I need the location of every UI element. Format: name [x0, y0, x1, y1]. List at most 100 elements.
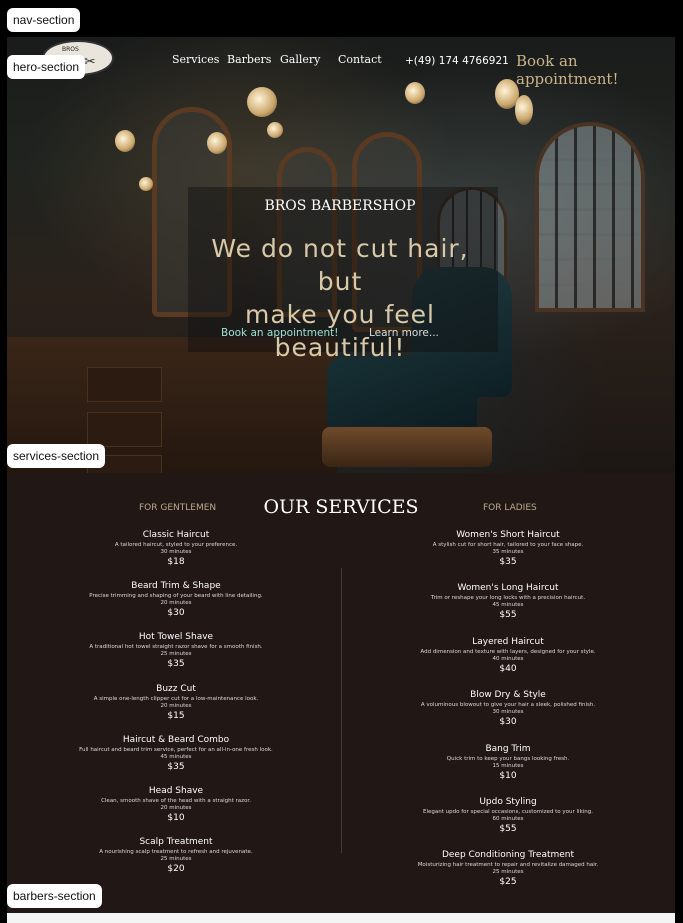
service-duration: 15 minutes	[492, 762, 524, 769]
service-duration: 35 minutes	[492, 549, 524, 555]
phone-link[interactable]: +(49) 174 4766921	[405, 55, 509, 67]
service-name: Scalp Treatment	[139, 837, 213, 848]
service-item: Haircut & Beard Combo Full haircut and be…	[56, 735, 296, 774]
lamp	[207, 132, 227, 154]
service-description: Precise trimming and shaping of your bea…	[89, 593, 263, 600]
service-duration: 20 minutes	[160, 805, 192, 811]
drawer	[87, 367, 162, 402]
service-item: Head Shave Clean, smooth shave of the hea…	[56, 786, 296, 825]
service-duration: 20 minutes	[160, 702, 192, 709]
service-description: Quick trim to keep your bangs looking fr…	[446, 755, 570, 762]
service-description: A tailored haircut, styled to your prefe…	[114, 542, 238, 548]
service-duration: 30 minutes	[492, 709, 524, 716]
service-price: $10	[167, 813, 185, 823]
barber-chair-base	[322, 427, 492, 467]
service-item: Blow Dry & Style A voluminous blowout to …	[378, 690, 638, 729]
service-name: Bang Trim	[485, 743, 531, 754]
section-label: hero-section	[7, 55, 86, 79]
service-duration: 20 minutes	[160, 600, 192, 607]
service-duration: 45 minutes	[492, 602, 524, 609]
nav-link-barbers[interactable]: Barbers	[227, 53, 271, 66]
service-item: Bang Trim Quick trim to keep your bangs l…	[378, 744, 638, 783]
column-divider	[341, 568, 342, 853]
service-name: Haircut & Beard Combo	[122, 734, 230, 745]
service-description: A stylish cut for short hair, tailored t…	[432, 542, 584, 548]
service-name: Buzz Cut	[156, 683, 196, 694]
services-title: OUR SERVICES	[263, 496, 419, 518]
service-price: $35	[499, 557, 517, 567]
lamp	[267, 122, 283, 138]
lamp	[405, 82, 425, 104]
service-name: Beard Trim & Shape	[131, 581, 221, 592]
ladies-heading: FOR LADIES	[483, 503, 537, 513]
headline-line-1: We do not cut hair, but	[211, 234, 469, 296]
service-item: Updo Styling Elegant updo for special occ…	[378, 797, 638, 836]
service-name: Blow Dry & Style	[470, 690, 546, 701]
service-description: Trim or reshape your long locks with a p…	[430, 595, 586, 602]
section-label: services-section	[7, 444, 106, 468]
service-name: Layered Haircut	[472, 636, 544, 647]
service-price: $55	[499, 610, 517, 621]
service-duration: 60 minutes	[492, 816, 524, 822]
lamp	[515, 95, 533, 125]
service-price: $30	[499, 717, 517, 728]
scissors-icon: ✂	[84, 54, 96, 70]
service-price: $18	[167, 557, 185, 567]
service-description: Elegant updo for special occasions, cust…	[422, 809, 594, 815]
service-duration: 25 minutes	[160, 856, 192, 863]
logo-mark: BROS	[62, 46, 79, 53]
service-name: Hot Towel Shave	[138, 632, 214, 643]
service-item: Scalp Treatment A nourishing scalp treatm…	[56, 837, 296, 876]
service-price: $40	[499, 663, 517, 674]
book-appointment-nav-button[interactable]: Book an appointment!	[516, 52, 683, 88]
lamp	[247, 87, 277, 117]
service-name: Women's Short Haircut	[456, 530, 560, 540]
service-duration: 45 minutes	[160, 753, 192, 760]
service-price: $25	[499, 877, 517, 888]
service-description: Add dimension and texture with layers, d…	[420, 648, 596, 655]
service-name: Women's Long Haircut	[457, 583, 559, 594]
service-item: Layered Haircut Add dimension and texture…	[378, 637, 638, 676]
service-item: Women's Long Haircut Trim or reshape your…	[378, 583, 638, 622]
service-price: $35	[167, 659, 185, 670]
service-item: Women's Short Haircut A stylish cut for s…	[378, 530, 638, 569]
lamp	[115, 130, 135, 152]
service-item: Hot Towel Shave A traditional hot towel s…	[56, 632, 296, 671]
gentlemen-heading: FOR GENTLEMEN	[139, 503, 217, 513]
service-price: $20	[167, 864, 185, 875]
learn-more-link[interactable]: Learn more...	[369, 327, 439, 339]
service-item: Classic Haircut A tailored haircut, style…	[56, 530, 296, 569]
nav-link-contact[interactable]: Contact	[338, 53, 382, 66]
nav-link-gallery[interactable]: Gallery	[280, 53, 320, 66]
service-name: Classic Haircut	[142, 530, 210, 540]
service-duration: 25 minutes	[160, 651, 192, 658]
section-label: barbers-section	[7, 884, 102, 908]
service-name: Updo Styling	[479, 797, 537, 807]
service-price: $30	[167, 608, 185, 619]
service-price: $15	[167, 710, 185, 721]
service-description: Clean, smooth shave of the head with a s…	[101, 798, 251, 804]
service-price: $10	[499, 770, 517, 781]
lamp	[139, 177, 153, 191]
service-description: Moisturizing hair treatment to repair an…	[417, 862, 599, 869]
service-price: $55	[499, 824, 517, 834]
service-price: $35	[167, 761, 185, 772]
service-duration: 30 minutes	[160, 549, 192, 555]
service-description: A traditional hot towel straight razor s…	[89, 644, 263, 651]
service-description: Full haircut and beard trim service, per…	[79, 746, 273, 753]
service-description: A voluminous blowout to give your hair a…	[420, 702, 596, 709]
service-name: Head Shave	[148, 786, 204, 796]
barbers-panel	[7, 913, 675, 923]
nav-bar	[0, 0, 683, 37]
nav-link-services[interactable]: Services	[172, 53, 219, 66]
book-appointment-button[interactable]: Book an appointment!	[221, 327, 338, 339]
service-description: A simple one-length clipper cut for a lo…	[93, 695, 259, 702]
service-name: Deep Conditioning Treatment	[441, 850, 575, 861]
drawer	[87, 412, 162, 447]
brand-name: BROS BARBERSHOP	[264, 198, 416, 214]
service-description: A nourishing scalp treatment to refresh …	[99, 849, 253, 856]
hero-headline: We do not cut hair, but make you feel be…	[190, 232, 490, 364]
service-item: Deep Conditioning Treatment Moisturizing …	[378, 850, 638, 889]
section-label: nav-section	[7, 8, 81, 32]
arched-window	[535, 122, 645, 312]
